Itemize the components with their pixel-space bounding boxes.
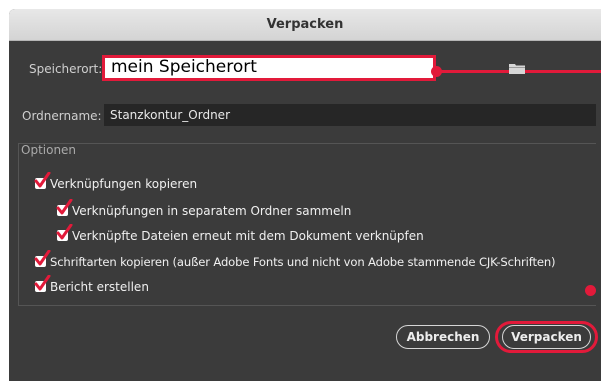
option-label: Verknüpfungen kopieren <box>50 177 198 191</box>
checkbox-copy-fonts[interactable] <box>34 250 51 267</box>
checkbox-collect-links[interactable] <box>56 199 73 216</box>
cancel-button[interactable]: Abbrechen <box>396 325 490 349</box>
dialog-title: Verpacken <box>266 17 344 32</box>
checkmark-icon <box>34 275 51 291</box>
option-label: Verknüpfte Dateien erneut mit dem Dokume… <box>72 229 424 243</box>
folder-name-input[interactable]: Stanzkontur_Ordner <box>104 104 596 126</box>
option-label: Bericht erstellen <box>50 280 149 294</box>
checkmark-icon <box>56 199 73 215</box>
options-group-label: Optionen <box>21 143 77 157</box>
checkbox-create-report[interactable] <box>34 275 51 292</box>
folder-browse-icon[interactable] <box>509 62 525 74</box>
annotation-dot-location <box>431 66 442 77</box>
location-input[interactable]: mein Speicherort <box>102 55 436 81</box>
title-bar: Verpacken <box>9 9 601 41</box>
package-button[interactable]: Verpacken <box>502 325 591 349</box>
option-label: Schriftarten kopieren (außer Adobe Fonts… <box>50 255 556 269</box>
checkmark-icon <box>56 224 73 240</box>
annotation-dot-options <box>585 285 596 296</box>
checkmark-icon <box>34 172 51 188</box>
option-label: Verknüpfungen in separatem Ordner sammel… <box>72 204 352 218</box>
checkbox-relink-files[interactable] <box>56 224 73 241</box>
location-label: Speicherort: <box>29 62 103 76</box>
checkmark-icon <box>34 250 51 266</box>
folder-name-label: Ordnername: <box>22 109 102 123</box>
checkbox-copy-links[interactable] <box>34 172 51 189</box>
